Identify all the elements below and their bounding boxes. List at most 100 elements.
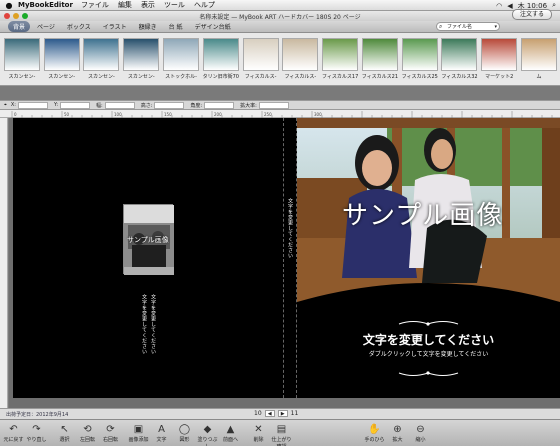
thumbnail-image[interactable] bbox=[163, 38, 200, 71]
thumbnail-image[interactable] bbox=[242, 38, 279, 71]
tool-button[interactable]: ⊖ 縮小 bbox=[409, 423, 432, 443]
tab-illustration[interactable]: イラスト bbox=[98, 21, 132, 32]
spine[interactable]: 文字を変更してください bbox=[283, 118, 297, 398]
height-field[interactable]: 高さ: bbox=[141, 101, 185, 109]
thumbnail-item[interactable]: フィスカルス- bbox=[281, 38, 319, 85]
tab-box[interactable]: ボックス bbox=[62, 21, 96, 32]
tool-button[interactable]: A 文字 bbox=[150, 423, 173, 443]
page-left-number: 10 bbox=[254, 410, 262, 417]
thumbnail-image[interactable] bbox=[43, 38, 80, 71]
menu-edit[interactable]: 編集 bbox=[118, 0, 132, 10]
tool-button[interactable]: ⟲ 左回転 bbox=[76, 423, 99, 443]
thumbnail-item[interactable]: スカンセン- bbox=[3, 38, 41, 85]
thumbnail-item[interactable]: フィスカルス21 bbox=[361, 38, 399, 85]
thumbnail-item[interactable]: フィスカルス25 bbox=[401, 38, 439, 85]
cover-subtitle[interactable]: ダブルクリックして文字を変更してください bbox=[297, 349, 560, 358]
thumbnail-image[interactable] bbox=[401, 38, 438, 71]
tool-button[interactable]: ↷ やり直し bbox=[25, 423, 48, 443]
tool-button[interactable]: ◆ 塗りつぶし bbox=[196, 423, 219, 446]
tool-button[interactable]: ▲ 前面へ bbox=[219, 423, 242, 443]
thumbnail-item[interactable]: フィスカルス17 bbox=[321, 38, 359, 85]
tab-page[interactable]: ページ bbox=[32, 21, 60, 32]
thumbnail-item[interactable]: スカンセン- bbox=[122, 38, 160, 85]
ruler-mark-label: 200 bbox=[214, 112, 222, 117]
thumbnail-item[interactable]: フィスカルス- bbox=[242, 38, 280, 85]
tool-button[interactable]: ◯ 図形 bbox=[173, 423, 196, 443]
chevron-down-icon[interactable]: ▾ bbox=[494, 23, 497, 31]
tool-button[interactable]: ⊕ 拡大 bbox=[386, 423, 409, 443]
spotlight-icon[interactable]: ⌕ bbox=[552, 1, 556, 10]
thumbnail-image[interactable] bbox=[521, 38, 558, 71]
front-cover[interactable]: サンプル画像 文字を変更してください ダブルクリックして文字を変更してください bbox=[297, 118, 560, 398]
menu-file[interactable]: ファイル bbox=[81, 0, 109, 10]
thumbnail-image[interactable] bbox=[202, 38, 239, 71]
menu-help[interactable]: ヘルプ bbox=[194, 0, 215, 10]
cover-title[interactable]: 文字を変更してください bbox=[297, 331, 560, 348]
tab-design-mount[interactable]: デザイン台紙 bbox=[190, 21, 236, 32]
menu-view[interactable]: 表示 bbox=[141, 0, 155, 10]
thumbnail-image[interactable] bbox=[481, 38, 518, 71]
tool-label: 元に戻す bbox=[3, 437, 24, 443]
x-field[interactable]: X: bbox=[11, 101, 48, 109]
tool-label: 選択 bbox=[59, 437, 70, 443]
apple-icon[interactable]: ● bbox=[4, 1, 14, 10]
thumbnail-image[interactable] bbox=[123, 38, 160, 71]
back-text-2[interactable]: 文字を変更してください bbox=[150, 294, 157, 355]
tool-icon: ↷ bbox=[32, 424, 41, 435]
thumbnail-image[interactable] bbox=[322, 38, 359, 71]
tab-background[interactable]: 背景 bbox=[8, 21, 31, 32]
thumbnail-item[interactable]: タリン旧市街70 bbox=[202, 38, 240, 85]
tool-icon: ▤ bbox=[276, 424, 287, 435]
tool-label: 右回転 bbox=[102, 437, 118, 443]
thumbnail-item[interactable]: マーケット2 bbox=[480, 38, 518, 85]
small-sample-photo[interactable]: サンプル画像 bbox=[123, 204, 174, 275]
tool-button[interactable]: ⟳ 右回転 bbox=[99, 423, 122, 443]
tool-button[interactable]: ✋ 手のひら bbox=[363, 423, 386, 443]
angle-field[interactable]: 角度: bbox=[190, 101, 235, 109]
tab-frame[interactable]: 額縁き bbox=[134, 21, 162, 32]
thumbnail-item[interactable]: ストックホル- bbox=[162, 38, 200, 85]
menubar-app-name[interactable]: MyBookEditor bbox=[18, 1, 73, 9]
tool-button[interactable]: ▤ 仕上がり確認 bbox=[270, 423, 293, 446]
next-page-button[interactable]: ▶ bbox=[277, 410, 288, 417]
thumbnail-image[interactable] bbox=[282, 38, 319, 71]
tool-icon: ▣ bbox=[133, 424, 144, 435]
back-text-1[interactable]: 文字を変更してください bbox=[141, 294, 148, 355]
thumbnail-image[interactable] bbox=[3, 38, 40, 71]
window-title: 名称未設定 — MyBook ART ハードカバー 180S 20 ページ bbox=[199, 13, 361, 21]
zoom-field[interactable]: 拡大率: bbox=[240, 101, 289, 109]
tool-button[interactable]: ↶ 元に戻す bbox=[2, 423, 25, 443]
order-button[interactable]: 注文する bbox=[512, 9, 552, 20]
tool-button[interactable]: ▣ 画像添加 bbox=[127, 423, 150, 443]
tool-button[interactable]: ✕ 削除 bbox=[247, 423, 270, 443]
thumbnail-item[interactable]: スカンセン- bbox=[83, 38, 121, 85]
width-field[interactable]: 幅: bbox=[96, 101, 135, 109]
back-cover[interactable]: サンプル画像 文字を変更してください 文字を変更してください bbox=[13, 118, 283, 398]
thumbnail-label: フィスカルス25 bbox=[401, 74, 438, 80]
thumbnail-label: タリン旧市街70 bbox=[202, 74, 239, 80]
vertical-ruler bbox=[0, 118, 8, 408]
y-field[interactable]: Y: bbox=[54, 101, 91, 109]
tool-label: 図形 bbox=[179, 437, 190, 443]
tool-button[interactable]: ↖ 選択 bbox=[53, 423, 76, 443]
wifi-icon[interactable]: ◠ bbox=[496, 2, 502, 10]
menu-tools[interactable]: ツール bbox=[164, 0, 185, 10]
spine-text[interactable]: 文字を変更してください bbox=[287, 198, 294, 259]
close-icon[interactable] bbox=[4, 13, 10, 19]
minimize-icon[interactable] bbox=[13, 13, 19, 19]
tool-label: 左回転 bbox=[79, 437, 95, 443]
thumbnail-image[interactable] bbox=[441, 38, 478, 71]
search-input[interactable]: ⌕ ファイル名 ▾ bbox=[436, 22, 500, 31]
tab-mount[interactable]: 台 紙 bbox=[164, 21, 188, 32]
editing-canvas[interactable]: サンプル画像 文字を変更してください 文字を変更してください 文字を変更してくだ… bbox=[9, 118, 560, 408]
thumbnail-label: ム bbox=[536, 74, 542, 80]
coordinate-bar: ⌖ X: Y: 幅: 高さ: 角度: 拡大率: bbox=[0, 100, 560, 110]
volume-icon[interactable]: ◀ bbox=[507, 2, 512, 10]
zoom-icon[interactable] bbox=[22, 13, 28, 19]
thumbnail-image[interactable] bbox=[361, 38, 398, 71]
prev-page-button[interactable]: ◀ bbox=[264, 410, 275, 417]
thumbnail-item[interactable]: フィスカルス32 bbox=[441, 38, 479, 85]
thumbnail-item[interactable]: スカンセン- bbox=[43, 38, 81, 85]
thumbnail-item[interactable]: ム bbox=[520, 38, 558, 85]
thumbnail-image[interactable] bbox=[83, 38, 120, 71]
